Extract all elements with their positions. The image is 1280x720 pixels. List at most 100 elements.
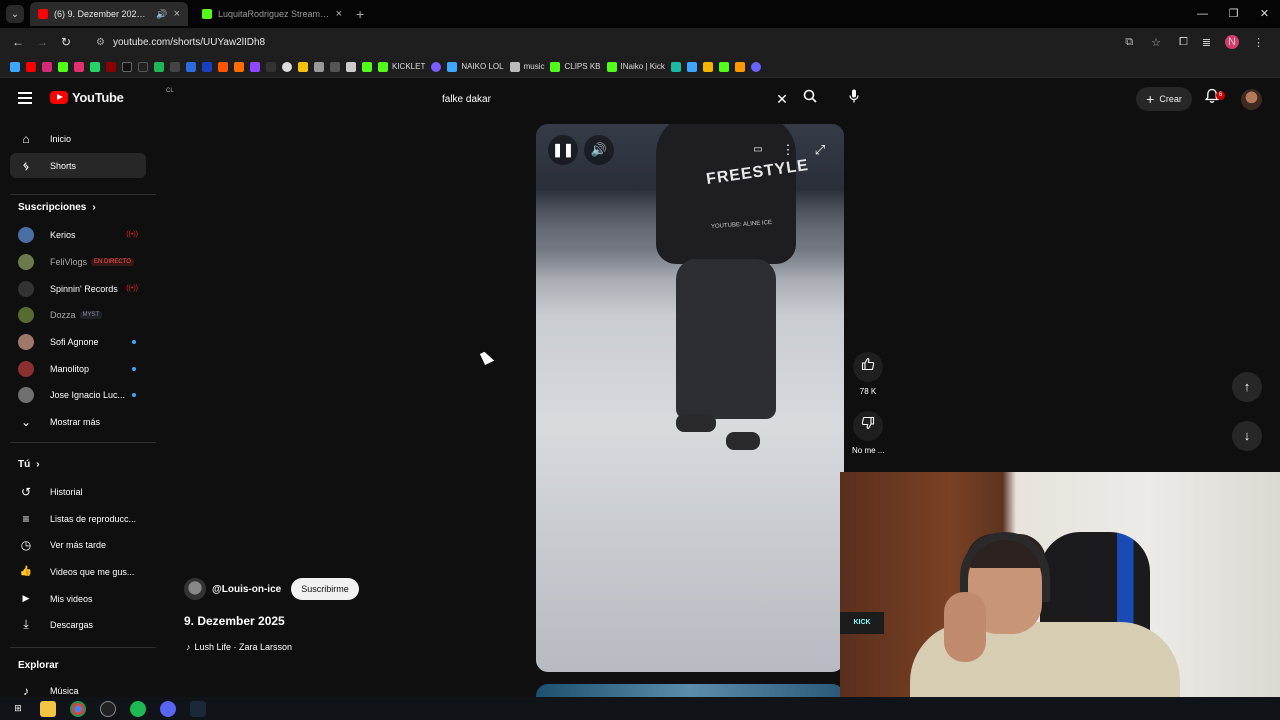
bookmark-music[interactable]: music — [509, 61, 544, 72]
reload-icon[interactable]: ↻ — [54, 35, 78, 49]
bookmark-blue-icon[interactable] — [186, 61, 196, 72]
next-short-preview[interactable] — [536, 684, 844, 698]
menu-dots-icon[interactable]: ⋮ — [1253, 36, 1264, 49]
bookmark-x-icon[interactable] — [122, 61, 132, 72]
sidebar-item-watch-later[interactable]: ◷ Ver más tarde — [10, 532, 146, 557]
search-icon[interactable] — [798, 87, 822, 111]
captions-icon[interactable]: ▭ — [743, 135, 773, 165]
bookmark-discord-icon[interactable] — [431, 61, 442, 72]
show-more-button[interactable]: ⌄ Mostrar más — [10, 409, 146, 434]
next-short-button[interactable]: ↓ — [1232, 421, 1262, 451]
sidebar-item-downloads[interactable]: ⤓ Descargas — [10, 612, 146, 637]
minimize-icon[interactable]: — — [1187, 0, 1218, 28]
bookmark-instagram2-icon[interactable] — [74, 61, 84, 72]
menu-icon[interactable] — [18, 92, 32, 104]
bookmark-yellow-icon[interactable] — [298, 61, 308, 72]
clear-search-icon[interactable]: ✕ — [772, 91, 792, 108]
bookmark-magnet-icon[interactable] — [734, 61, 745, 72]
sidebar-item-liked[interactable]: 👍 Videos que me gus... — [10, 559, 146, 584]
sidebar-sub-dozza[interactable]: Dozza MYST — [10, 302, 146, 327]
sidebar-item-playlists[interactable]: ≡ Listas de reproducc... — [10, 506, 146, 531]
media-icon[interactable]: ≣ — [1202, 36, 1211, 49]
site-info-icon[interactable]: ⚙ — [96, 37, 105, 48]
bookmark-lime-icon[interactable] — [718, 61, 729, 72]
search-input[interactable]: falke dakar ✕ — [432, 87, 792, 111]
profile-avatar[interactable]: N — [1225, 35, 1240, 49]
close-tab-icon[interactable]: × — [336, 8, 342, 20]
sidebar-sub-felivlogs[interactable]: FeliVlogs EN DIRECTO — [10, 249, 146, 274]
bookmark-spotify-icon[interactable] — [154, 61, 164, 72]
sidebar-sub-sofi-agnone[interactable]: Sofi Agnone — [10, 329, 146, 354]
short-title[interactable]: 9. Dezember 2025 — [184, 614, 285, 628]
sidebar-item-my-videos[interactable]: ▶ Mis videos — [10, 586, 146, 611]
discord-icon[interactable] — [160, 700, 176, 717]
new-tab-icon[interactable]: + — [356, 6, 364, 22]
forward-icon[interactable]: → — [30, 35, 54, 49]
sidebar-sub-spinnin[interactable]: Spinnin' Records ((•)) — [10, 276, 146, 301]
bookmark-teal-icon[interactable] — [670, 61, 681, 72]
sidebar-sub-jose-ignacio[interactable]: Jose Ignacio Luc... — [10, 382, 146, 407]
steam-icon[interactable] — [190, 700, 206, 717]
spotify-icon[interactable] — [130, 700, 146, 717]
account-avatar[interactable] — [1241, 89, 1262, 110]
music-link[interactable]: ♪ Lush Life · Zara Larsson — [186, 642, 292, 652]
sidebar-item-historial[interactable]: ↺ Historial — [10, 479, 146, 504]
sidebar-sub-kerios[interactable]: Kerios ((•)) — [10, 222, 146, 247]
bookmark-orange-icon[interactable] — [234, 61, 244, 72]
bookmark-cat-icon[interactable] — [314, 61, 324, 72]
bookmark-chart-icon[interactable] — [686, 61, 697, 72]
bookmark-clips-kb[interactable]: CLIPS KB — [550, 61, 601, 72]
install-icon[interactable]: ⧉ — [1125, 36, 1133, 49]
bookmark-github-icon[interactable] — [282, 61, 292, 72]
bookmark-naiko-lol[interactable]: NAIKO LOL — [447, 61, 504, 72]
pause-icon[interactable]: ❚❚ — [548, 135, 578, 165]
tab-youtube-short[interactable]: (6) 9. Dezember 2025 - You 🔊 × — [30, 2, 188, 26]
bookmark-youtube-icon[interactable] — [26, 61, 36, 72]
like-button[interactable] — [853, 352, 883, 382]
subscriptions-heading[interactable]: Suscripciones › — [18, 202, 96, 213]
restore-icon[interactable]: ❐ — [1218, 0, 1249, 28]
bookmark-tiktok-icon[interactable] — [138, 61, 148, 72]
bookmark-soundcloud-icon[interactable] — [218, 61, 228, 72]
bookmark-kick-icon[interactable] — [58, 61, 68, 72]
fullscreen-icon[interactable]: ⤢ — [805, 135, 835, 165]
back-icon[interactable]: ← — [6, 35, 30, 49]
you-heading[interactable]: Tú › — [18, 459, 40, 470]
bookmark-dark-icon[interactable] — [266, 61, 276, 72]
apps-icon[interactable] — [10, 61, 20, 72]
create-button[interactable]: + Crear — [1136, 87, 1192, 111]
bookmark-purple-icon[interactable] — [750, 61, 761, 72]
dislike-button[interactable] — [853, 411, 883, 441]
channel-avatar[interactable] — [184, 578, 206, 600]
previous-short-button[interactable]: ↑ — [1232, 372, 1262, 402]
microphone-icon[interactable] — [843, 87, 865, 111]
sidebar-sub-manolitop[interactable]: Manolitop — [10, 356, 146, 381]
bookmark-kicklet[interactable]: KICKLET — [378, 61, 425, 72]
youtube-logo[interactable]: YouTube CL — [50, 88, 174, 105]
bookmark-red-icon[interactable] — [106, 61, 116, 72]
bookmark-green-icon[interactable] — [362, 61, 372, 72]
speaker-icon[interactable]: 🔊 — [156, 9, 167, 20]
bookmark-grey-icon[interactable] — [330, 61, 340, 72]
tab-search-icon[interactable]: ⌄ — [6, 5, 24, 23]
bookmark-star-icon[interactable]: ☆ — [1151, 36, 1161, 49]
short-video-player[interactable]: FREESTYLE YOUTUBE: ALINE ICE ❚❚ 🔊 ▭ ⋮ ⤢ — [536, 124, 844, 672]
bookmark-diamond-icon[interactable] — [346, 61, 356, 72]
bookmark-instagram-icon[interactable] — [42, 61, 52, 72]
close-window-icon[interactable]: ✕ — [1249, 0, 1280, 28]
chrome-icon[interactable] — [70, 700, 86, 717]
extensions-icon[interactable]: ⧠ — [1179, 36, 1188, 49]
close-tab-icon[interactable]: × — [174, 8, 180, 20]
bookmark-s-icon[interactable] — [170, 61, 180, 72]
tab-kick-stream[interactable]: LuquitaRodriguez Stream - Wa × — [194, 2, 350, 26]
channel-name[interactable]: @Louis-on-ice — [212, 584, 281, 595]
bookmark-whatsapp-icon[interactable] — [90, 61, 100, 72]
sidebar-item-shorts[interactable]: ᛃ Shorts — [10, 153, 146, 178]
bookmark-inaiko-kick[interactable]: INaiko | Kick — [606, 61, 665, 72]
bookmark-drive-icon[interactable] — [202, 61, 212, 72]
volume-icon[interactable]: 🔊 — [584, 135, 614, 165]
bookmark-twitch-icon[interactable] — [250, 61, 260, 72]
bookmark-amber-icon[interactable] — [702, 61, 713, 72]
file-explorer-icon[interactable] — [40, 700, 56, 717]
subscribe-button[interactable]: Suscribirme — [291, 578, 359, 600]
